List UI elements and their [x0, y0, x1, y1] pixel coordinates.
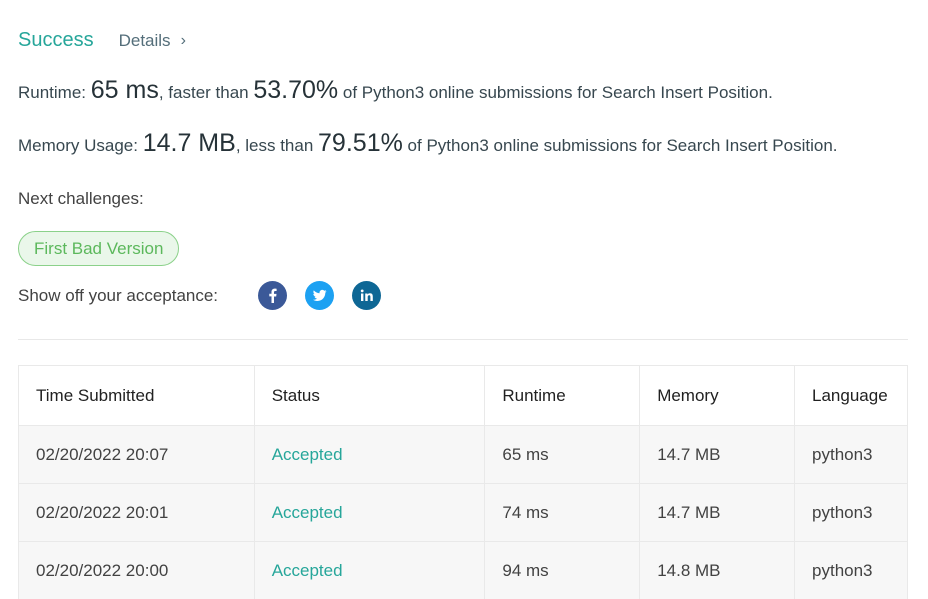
- memory-label: Memory Usage:: [18, 136, 143, 155]
- twitter-icon[interactable]: [305, 281, 334, 310]
- memory-middle: , less than: [235, 136, 319, 155]
- cell-time: 02/20/2022 20:01: [18, 483, 255, 542]
- share-row: Show off your acceptance:: [18, 281, 399, 310]
- cell-language: python3: [794, 541, 908, 599]
- runtime-percent: 53.70%: [253, 76, 339, 104]
- runtime-value: 65 ms: [90, 76, 159, 104]
- memory-summary: Memory Usage: 14.7 MB, less than 79.51% …: [18, 129, 838, 158]
- result-header: Success Details ›: [18, 29, 186, 52]
- column-header-memory[interactable]: Memory: [639, 365, 796, 426]
- facebook-icon[interactable]: [258, 281, 287, 310]
- details-link[interactable]: Details ›: [119, 31, 186, 51]
- column-header-status[interactable]: Status: [253, 365, 486, 426]
- cell-runtime: 74 ms: [484, 483, 641, 542]
- next-challenges-label: Next challenges:: [18, 189, 144, 208]
- table-row: 02/20/2022 20:01 Accepted 74 ms 14.7 MB …: [18, 483, 908, 542]
- section-divider: [18, 339, 908, 340]
- cell-memory: 14.8 MB: [639, 541, 796, 599]
- share-label: Show off your acceptance:: [18, 285, 219, 305]
- memory-suffix: of Python3 online submissions for Search…: [402, 136, 838, 155]
- cell-time: 02/20/2022 20:00: [18, 541, 255, 599]
- cell-memory: 14.7 MB: [639, 425, 796, 484]
- table-row: 02/20/2022 20:07 Accepted 65 ms 14.7 MB …: [18, 425, 908, 484]
- cell-status-link[interactable]: Accepted: [253, 541, 486, 599]
- table-row: 02/20/2022 20:00 Accepted 94 ms 14.8 MB …: [18, 541, 908, 599]
- cell-runtime: 94 ms: [484, 541, 641, 599]
- cell-status-link[interactable]: Accepted: [253, 425, 486, 484]
- details-label: Details: [118, 31, 171, 50]
- cell-runtime: 65 ms: [484, 425, 641, 484]
- memory-percent: 79.51%: [318, 129, 403, 157]
- column-header-runtime[interactable]: Runtime: [484, 365, 641, 426]
- column-header-time[interactable]: Time Submitted: [18, 365, 255, 426]
- cell-status-link[interactable]: Accepted: [253, 483, 486, 542]
- cell-memory: 14.7 MB: [639, 483, 796, 542]
- memory-value: 14.7 MB: [142, 129, 236, 157]
- linkedin-icon[interactable]: [352, 281, 381, 310]
- runtime-label: Runtime:: [18, 83, 91, 102]
- submission-result-panel: Success Details › Runtime: 65 ms, faster…: [0, 0, 928, 599]
- runtime-middle: , faster than: [158, 83, 254, 102]
- runtime-summary: Runtime: 65 ms, faster than 53.70% of Py…: [18, 76, 773, 105]
- submissions-table: Time Submitted Status Runtime Memory Lan…: [18, 365, 908, 599]
- table-header-row: Time Submitted Status Runtime Memory Lan…: [18, 365, 908, 426]
- cell-language: python3: [794, 483, 908, 542]
- column-header-language[interactable]: Language: [794, 365, 908, 426]
- challenge-first-bad-version[interactable]: First Bad Version: [18, 231, 180, 266]
- status-success: Success: [18, 29, 94, 51]
- cell-time: 02/20/2022 20:07: [18, 425, 255, 484]
- runtime-suffix: of Python3 online submissions for Search…: [338, 83, 773, 102]
- chevron-right-icon: ›: [180, 32, 186, 49]
- cell-language: python3: [794, 425, 908, 484]
